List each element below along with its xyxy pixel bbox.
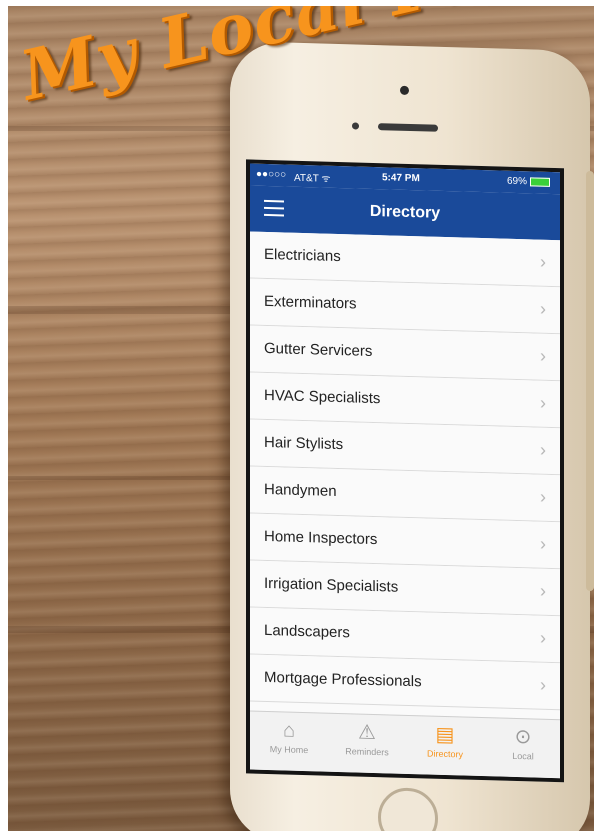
list-item-label: Gutter Servicers <box>264 339 373 360</box>
list-item[interactable]: Gutter Servicers › <box>250 325 560 382</box>
list-item-label: Irrigation Specialists <box>264 574 399 596</box>
carrier-label: AT&T ᯤ <box>294 172 331 185</box>
chevron-right-icon: › <box>540 627 546 648</box>
list-item[interactable]: HVAC Specialists › <box>250 372 560 429</box>
tab-label: Reminders <box>345 746 389 758</box>
home-button[interactable] <box>378 787 438 831</box>
chevron-right-icon: › <box>540 533 546 554</box>
earpiece-speaker <box>378 123 438 132</box>
list-item[interactable]: Home Inspectors › <box>250 513 560 570</box>
list-item[interactable]: Landscapers › <box>250 607 560 664</box>
directory-icon: ▤ <box>435 723 455 747</box>
phone-screen: ●●○○○ AT&T ᯤ 5:47 PM 69% Directory Elect… <box>246 159 564 783</box>
chevron-right-icon: › <box>540 674 546 695</box>
chevron-right-icon: › <box>540 580 546 601</box>
tab-directory[interactable]: ▤ Directory <box>410 722 480 760</box>
list-item[interactable]: Handymen › <box>250 466 560 523</box>
tab-local[interactable]: ⊙ Local <box>488 724 558 762</box>
status-time: 5:47 PM <box>382 172 420 185</box>
tab-bar: ⌂ My Home ⚠ Reminders ▤ Directory ⊙ Local <box>250 710 560 779</box>
list-item-label: Electricians <box>264 245 341 266</box>
tab-label: Local <box>512 750 534 762</box>
page-title: Directory <box>369 202 441 222</box>
list-item[interactable]: Irrigation Specialists › <box>250 560 560 617</box>
battery-percent: 69% <box>506 175 527 188</box>
tab-label: My Home <box>269 744 309 756</box>
list-item-label: Handymen <box>264 480 337 500</box>
phone-side-edge <box>586 170 594 592</box>
chevron-right-icon: › <box>540 251 546 272</box>
chevron-right-icon: › <box>540 298 546 319</box>
sensor-dot <box>352 122 359 130</box>
chevron-right-icon: › <box>540 486 546 507</box>
list-item-label: Exterminators <box>264 292 357 313</box>
tab-reminders[interactable]: ⚠ Reminders <box>332 720 402 758</box>
list-item-label: Hair Stylists <box>264 433 344 454</box>
list-item[interactable]: Hair Stylists › <box>250 419 560 476</box>
warning-icon: ⚠ <box>358 721 376 745</box>
tab-my-home[interactable]: ⌂ My Home <box>254 718 324 756</box>
chevron-right-icon: › <box>540 439 546 460</box>
location-pin-icon: ⊙ <box>514 725 532 749</box>
phone-device: ●●○○○ AT&T ᯤ 5:47 PM 69% Directory Elect… <box>230 40 594 831</box>
list-item-label: Landscapers <box>264 621 350 642</box>
chevron-right-icon: › <box>540 345 546 366</box>
list-item[interactable]: Exterminators › <box>250 278 560 335</box>
list-item-label: Home Inspectors <box>264 527 378 549</box>
signal-indicator: ●●○○○ <box>256 168 287 181</box>
camera-icon <box>400 85 409 95</box>
list-item-label: HVAC Specialists <box>264 386 381 408</box>
wood-background: ●●○○○ AT&T ᯤ 5:47 PM 69% Directory Elect… <box>8 6 594 831</box>
house-icon: ⌂ <box>282 719 296 742</box>
battery-indicator: 69% <box>507 176 550 188</box>
battery-icon <box>530 177 550 187</box>
tab-label: Directory <box>426 748 463 760</box>
list-item[interactable]: Mortgage Professionals › <box>250 654 560 711</box>
directory-list: Electricians › Exterminators › Gutter Servic… <box>250 231 560 711</box>
list-item[interactable]: Electricians › <box>250 231 560 288</box>
list-item-label: Mortgage Professionals <box>264 668 422 691</box>
chevron-right-icon: › <box>540 392 546 413</box>
